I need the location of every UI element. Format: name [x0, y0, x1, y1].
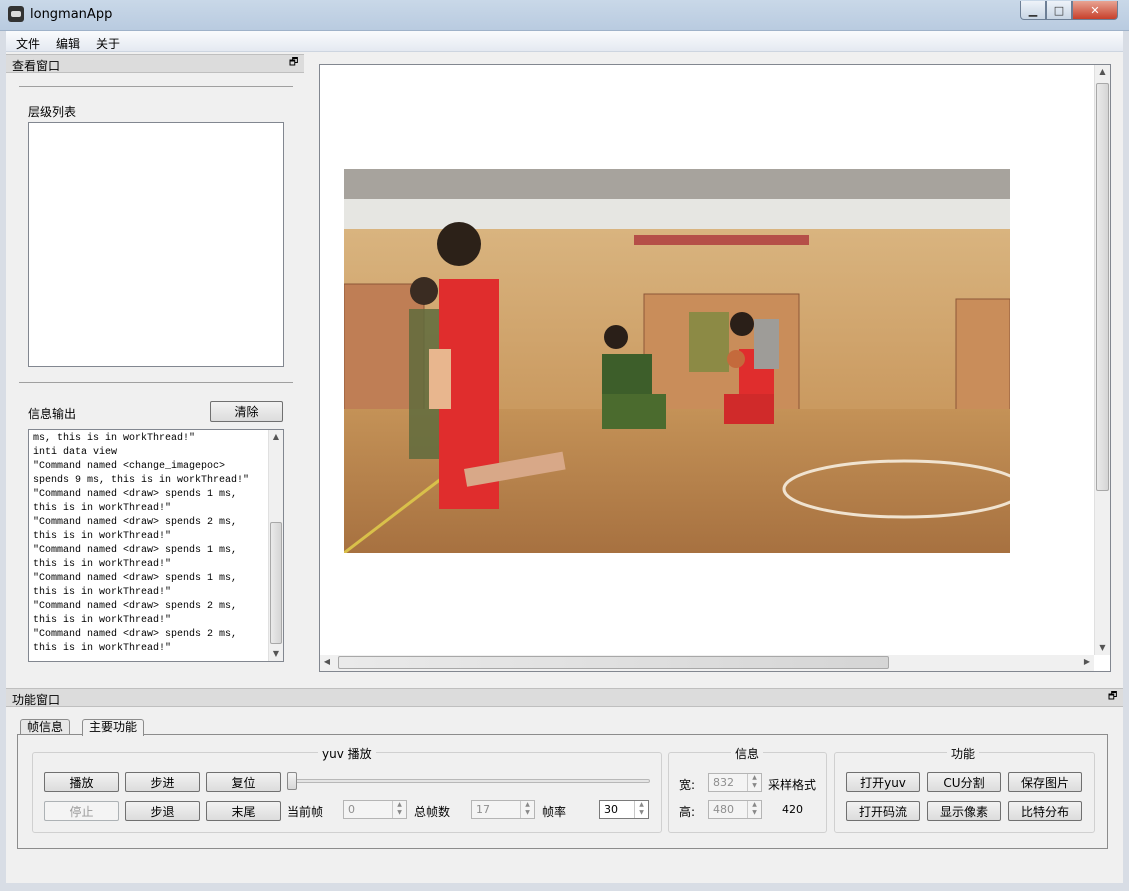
info-output-label: 信息输出: [28, 407, 77, 421]
layer-list[interactable]: [28, 122, 284, 367]
clear-button[interactable]: 清除: [210, 401, 283, 422]
frame-slider-handle[interactable]: [287, 772, 297, 790]
step-forward-button[interactable]: 步进: [125, 772, 200, 792]
log-output: ms, this is in workThread!" inti data vie…: [33, 432, 271, 660]
log-line: inti data view: [33, 447, 118, 458]
open-yuv-button[interactable]: 打开yuv: [846, 772, 920, 792]
total-frames-spinbox[interactable]: 17 ▲ ▼: [471, 800, 535, 819]
fps-value: 30: [604, 803, 618, 816]
log-line: "Command named <draw> spends 1 ms,: [33, 545, 238, 556]
view-hscroll-thumb[interactable]: [338, 656, 889, 669]
log-line: spends 9 ms, this is in workThread!": [33, 475, 250, 486]
view-dock-title: 查看窗口: [12, 59, 61, 73]
log-line: "Command named <draw> spends 2 ms,: [33, 601, 238, 612]
log-line: "Command named <draw> spends 1 ms,: [33, 573, 238, 584]
play-button[interactable]: 播放: [44, 772, 119, 792]
fps-spinbox[interactable]: 30 ▲ ▼: [599, 800, 649, 819]
function-dock-header[interactable]: 功能窗口 🗗: [6, 688, 1123, 707]
scroll-right-icon[interactable]: ▶: [1080, 655, 1094, 669]
spin-arrows-icon[interactable]: ▲ ▼: [747, 801, 761, 818]
view-vscrollbar[interactable]: ▲ ▼: [1094, 65, 1110, 655]
log-scroll-thumb[interactable]: [270, 522, 282, 644]
scroll-up-icon[interactable]: ▲: [1095, 65, 1110, 79]
stop-button[interactable]: 停止: [44, 801, 119, 821]
scroll-up-icon[interactable]: ▲: [269, 430, 283, 444]
end-button[interactable]: 末尾: [206, 801, 281, 821]
log-line: ms, this is in workThread!": [33, 433, 196, 444]
window-title: longmanApp: [30, 7, 113, 22]
basketball-scene-image: [344, 169, 1010, 553]
reset-button[interactable]: 复位: [206, 772, 281, 792]
menu-bar: [6, 31, 1123, 52]
log-line: this is in workThread!": [33, 587, 172, 598]
log-line: "Command named <draw> spends 1 ms,: [33, 489, 238, 500]
step-back-button[interactable]: 步退: [125, 801, 200, 821]
maximize-icon: □: [1053, 3, 1065, 17]
save-image-button[interactable]: 保存图片: [1008, 772, 1082, 792]
bit-distribution-button[interactable]: 比特分布: [1008, 801, 1082, 821]
height-spinbox[interactable]: 480 ▲ ▼: [708, 800, 762, 819]
spin-arrows-icon[interactable]: ▲ ▼: [634, 801, 648, 818]
height-label: 高:: [679, 805, 696, 819]
minimize-button[interactable]: ▁: [1020, 1, 1046, 20]
current-frame-label: 当前帧: [287, 805, 324, 819]
open-stream-button[interactable]: 打开码流: [846, 801, 920, 821]
functions-group-title: 功能: [947, 745, 980, 762]
log-line: this is in workThread!": [33, 559, 172, 570]
app-icon: [8, 6, 24, 22]
scroll-down-icon[interactable]: ▼: [1095, 641, 1110, 655]
float-icon[interactable]: 🗗: [1108, 692, 1118, 702]
cu-split-button[interactable]: CU分割: [927, 772, 1001, 792]
sampling-format-label: 采样格式: [768, 778, 817, 792]
view-dock-header[interactable]: 查看窗口 🗗: [6, 54, 304, 73]
tab-frame-info[interactable]: 帧信息: [20, 719, 71, 735]
menu-file[interactable]: 文件: [16, 35, 40, 52]
log-line: this is in workThread!": [33, 531, 172, 542]
show-pixels-button[interactable]: 显示像素: [927, 801, 1001, 821]
log-line: this is in workThread!": [33, 643, 172, 654]
layer-list-label: 层级列表: [28, 105, 77, 119]
current-frame-value: 0: [348, 803, 355, 816]
log-line: "Command named <change_imagepoc>: [33, 461, 226, 472]
log-scrollbar[interactable]: ▲ ▼: [268, 430, 283, 661]
close-icon: ✕: [1090, 3, 1100, 17]
spin-arrows-icon[interactable]: ▲ ▼: [747, 774, 761, 791]
function-dock-title: 功能窗口: [12, 693, 61, 707]
frame-slider-track[interactable]: [290, 779, 650, 783]
log-line: this is in workThread!": [33, 615, 172, 626]
playback-group-title: yuv 播放: [318, 745, 376, 762]
scroll-down-icon[interactable]: ▼: [269, 647, 283, 661]
sampling-format-value: 420: [782, 803, 803, 816]
view-vscroll-thumb[interactable]: [1096, 83, 1109, 491]
minimize-icon: ▁: [1028, 3, 1038, 17]
scroll-left-icon[interactable]: ◀: [320, 655, 334, 669]
float-icon[interactable]: 🗗: [289, 58, 299, 68]
log-line: "Command named <draw> spends 2 ms,: [33, 517, 238, 528]
close-button[interactable]: ✕: [1072, 1, 1118, 20]
log-line: "Command named <draw> spends 2 ms,: [33, 629, 238, 640]
current-frame-spinbox[interactable]: 0 ▲ ▼: [343, 800, 407, 819]
spin-arrows-icon[interactable]: ▲ ▼: [392, 801, 406, 818]
width-spinbox[interactable]: 832 ▲ ▼: [708, 773, 762, 792]
video-frame: [344, 169, 1010, 553]
status-bar: [6, 862, 1123, 883]
total-frames-label: 总帧数: [414, 805, 451, 819]
maximize-button[interactable]: □: [1046, 1, 1072, 20]
fps-label: 帧率: [542, 805, 567, 819]
divider: [19, 382, 293, 383]
log-line: this is in workThread!": [33, 503, 172, 514]
total-frames-value: 17: [476, 803, 490, 816]
height-value: 480: [713, 803, 734, 816]
menu-edit[interactable]: 编辑: [56, 35, 80, 52]
width-value: 832: [713, 776, 734, 789]
menu-about[interactable]: 关于: [96, 35, 120, 52]
spin-arrows-icon[interactable]: ▲ ▼: [520, 801, 534, 818]
info-group-title: 信息: [731, 745, 764, 762]
tab-main-functions[interactable]: 主要功能: [82, 719, 145, 736]
width-label: 宽:: [679, 778, 696, 792]
view-hscrollbar[interactable]: ◀ ▶: [320, 655, 1094, 671]
divider: [19, 86, 293, 87]
title-bar[interactable]: [0, 0, 1129, 31]
